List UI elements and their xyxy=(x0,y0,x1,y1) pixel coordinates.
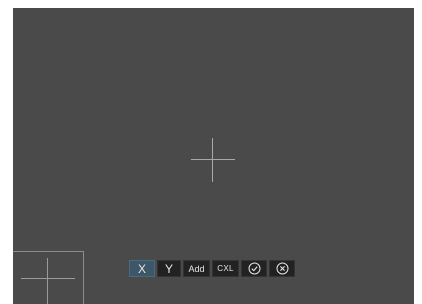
x-axis-label: X xyxy=(137,261,146,276)
add-button[interactable]: Add xyxy=(183,260,210,277)
check-circle-icon xyxy=(248,262,260,275)
crosshair-cursor xyxy=(191,138,235,182)
y-axis-label: Y xyxy=(164,261,173,276)
confirm-button[interactable] xyxy=(241,260,267,277)
crosshair-horizontal-line xyxy=(191,159,235,160)
display-canvas[interactable]: X Y Add CXL xyxy=(13,8,414,304)
x-axis-button[interactable]: X xyxy=(129,260,155,277)
crosshair-vertical-line xyxy=(212,138,213,182)
x-circle-icon xyxy=(276,262,288,275)
crosshair-preview-box xyxy=(13,251,84,304)
preview-horizontal-line xyxy=(21,278,75,279)
y-axis-button[interactable]: Y xyxy=(157,260,181,277)
preview-vertical-line xyxy=(47,258,48,304)
coordinate-toolbar: X Y Add CXL xyxy=(129,260,295,277)
close-button[interactable] xyxy=(269,260,295,277)
cxl-button[interactable]: CXL xyxy=(212,260,239,277)
cxl-label: CXL xyxy=(217,264,234,273)
add-label: Add xyxy=(188,263,205,274)
